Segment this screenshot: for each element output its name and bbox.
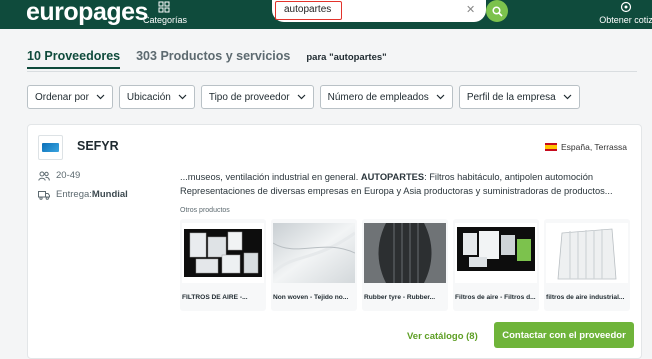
company-description: ...museos, ventilación industrial en gen… xyxy=(180,170,630,198)
product-title: filtros de aire industrial... xyxy=(546,294,625,301)
filter-bar: Ordenar por Ubicación Tipo de proveedor … xyxy=(27,85,586,109)
product-image xyxy=(182,223,264,283)
top-header: europages Categorías autopartes ✕ Obtene… xyxy=(0,0,652,29)
keyword-highlight: AUTOPARTES xyxy=(360,172,425,182)
product-card[interactable]: filtros de aire industrial... xyxy=(544,219,630,311)
get-quote-button[interactable]: Obtener cotiz xyxy=(596,1,652,25)
filter-supplier-type-label: Tipo de proveedor xyxy=(208,91,290,103)
chevron-down-icon xyxy=(96,94,105,100)
product-image xyxy=(546,223,628,283)
grid-icon xyxy=(158,1,170,13)
product-image xyxy=(455,223,537,283)
tabs-divider xyxy=(27,71,637,72)
delivery-prefix: Entrega: xyxy=(56,189,92,200)
chevron-down-icon xyxy=(297,94,306,100)
contact-supplier-button[interactable]: Contactar con el proveedor xyxy=(494,322,634,348)
search-input[interactable]: autopartes xyxy=(275,1,342,20)
product-list: FILTROS DE AIRE -... Non woven - Tejido … xyxy=(180,219,635,311)
filter-supplier-type[interactable]: Tipo de proveedor xyxy=(200,85,314,109)
product-title: Non woven - Tejido no... xyxy=(273,294,349,301)
categories-button[interactable]: Categorías xyxy=(143,1,188,25)
description-line-1: ...museos, ventilación industrial en gen… xyxy=(180,172,594,182)
filter-sort[interactable]: Ordenar por xyxy=(27,85,113,109)
company-location-label: España, Terrassa xyxy=(561,142,627,152)
filter-location-label: Ubicación xyxy=(126,91,171,103)
clear-search-icon[interactable]: ✕ xyxy=(466,3,475,16)
tab-products[interactable]: 303 Productos y servicios xyxy=(136,49,290,63)
product-card[interactable]: Non woven - Tejido no... xyxy=(271,219,357,311)
filter-company-profile-label: Perfil de la empresa xyxy=(466,91,556,103)
product-card[interactable]: Rubber tyre - Rubber... xyxy=(362,219,448,311)
europages-logo[interactable]: europages xyxy=(26,0,148,27)
product-image xyxy=(273,223,355,283)
spain-flag-icon xyxy=(545,143,557,151)
search-query-label: para "autopartes" xyxy=(306,52,387,63)
product-card[interactable]: Filtros de aire - Filtros d... xyxy=(453,219,539,311)
other-products-label: Otros productos xyxy=(180,207,230,214)
employees-count: 20-49 xyxy=(56,170,81,181)
filter-company-profile[interactable]: Perfil de la empresa xyxy=(458,85,580,109)
company-logo[interactable] xyxy=(38,135,63,160)
employees-info: 20-49 xyxy=(38,170,80,181)
chevron-down-icon xyxy=(178,94,187,100)
quote-icon xyxy=(620,1,632,13)
people-icon xyxy=(38,171,50,181)
product-title: Rubber tyre - Rubber... xyxy=(364,294,436,301)
product-card[interactable]: FILTROS DE AIRE -... xyxy=(180,219,266,311)
chevron-down-icon xyxy=(436,94,445,100)
search-icon xyxy=(491,5,503,17)
chevron-down-icon xyxy=(563,94,572,100)
filter-location[interactable]: Ubicación xyxy=(118,85,195,109)
truck-icon xyxy=(38,190,50,200)
view-catalog-link[interactable]: Ver catálogo (8) xyxy=(407,331,478,342)
tab-suppliers[interactable]: 10 Proveedores xyxy=(27,49,121,69)
quote-label: Obtener cotiz xyxy=(599,15,652,25)
search-button[interactable] xyxy=(486,0,508,22)
search-bar: autopartes ✕ xyxy=(272,0,486,22)
filter-employees-label: Número de empleados xyxy=(327,91,429,103)
results-tabs: 10 Proveedores 303 Productos y servicios… xyxy=(27,49,387,69)
company-location: España, Terrassa xyxy=(545,142,627,152)
delivery-info: Entrega: Mundial xyxy=(38,189,128,200)
product-title: Filtros de aire - Filtros d... xyxy=(455,294,536,301)
company-name[interactable]: SEFYR xyxy=(77,139,119,153)
product-title: FILTROS DE AIRE -... xyxy=(182,294,248,301)
description-line-2: Representaciones de diversas empresas en… xyxy=(180,186,613,196)
supplier-card: SEFYR España, Terrassa 20-49 Entrega: Mu… xyxy=(27,124,642,359)
filter-employees[interactable]: Número de empleados xyxy=(319,85,453,109)
product-image xyxy=(364,223,446,283)
categories-label: Categorías xyxy=(143,15,188,25)
delivery-value: Mundial xyxy=(91,189,128,200)
filter-sort-label: Ordenar por xyxy=(35,91,89,103)
